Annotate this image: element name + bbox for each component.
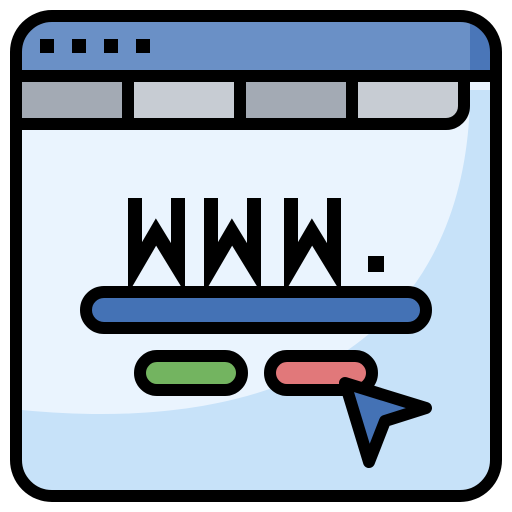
browser-window-illustration <box>0 0 512 512</box>
url-input[interactable] <box>80 286 432 334</box>
go-button[interactable] <box>134 350 248 396</box>
window-dot-4[interactable] <box>136 39 150 53</box>
tab-4[interactable] <box>358 82 458 122</box>
tab-3[interactable] <box>246 82 350 122</box>
window-dot-1[interactable] <box>40 39 54 53</box>
tab-1[interactable] <box>22 82 126 122</box>
www-dot <box>368 256 384 272</box>
title-bar <box>18 18 494 72</box>
window-dot-2[interactable] <box>72 39 86 53</box>
window-dot-3[interactable] <box>104 39 118 53</box>
browser-icon-svg <box>10 10 502 502</box>
tab-2[interactable] <box>134 82 238 122</box>
